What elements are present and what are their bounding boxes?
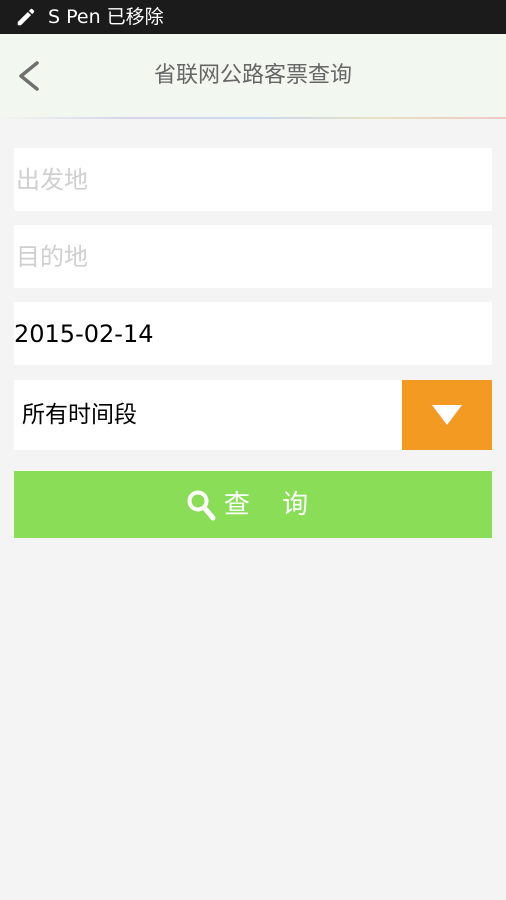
triangle-down-icon [432,405,462,425]
dropdown-button[interactable] [402,380,492,450]
time-period-value: 所有时间段 [22,402,137,428]
header: 省联网公路客票查询 [0,34,506,118]
time-period-select[interactable]: 所有时间段 [14,380,492,450]
search-icon [187,490,216,520]
destination-input[interactable] [14,225,492,288]
header-divider [0,117,506,119]
query-button[interactable]: 查 询 [14,471,492,538]
status-bar: S Pen 已移除 [0,0,506,34]
query-button-label: 查 询 [223,489,321,520]
page-title: 省联网公路客票查询 [153,63,352,88]
date-field[interactable]: 2015-02-14 [14,302,492,365]
status-text: S Pen 已移除 [48,6,164,28]
pen-icon [17,8,35,26]
date-value: 2015-02-14 [14,319,154,348]
departure-input[interactable] [14,148,492,211]
